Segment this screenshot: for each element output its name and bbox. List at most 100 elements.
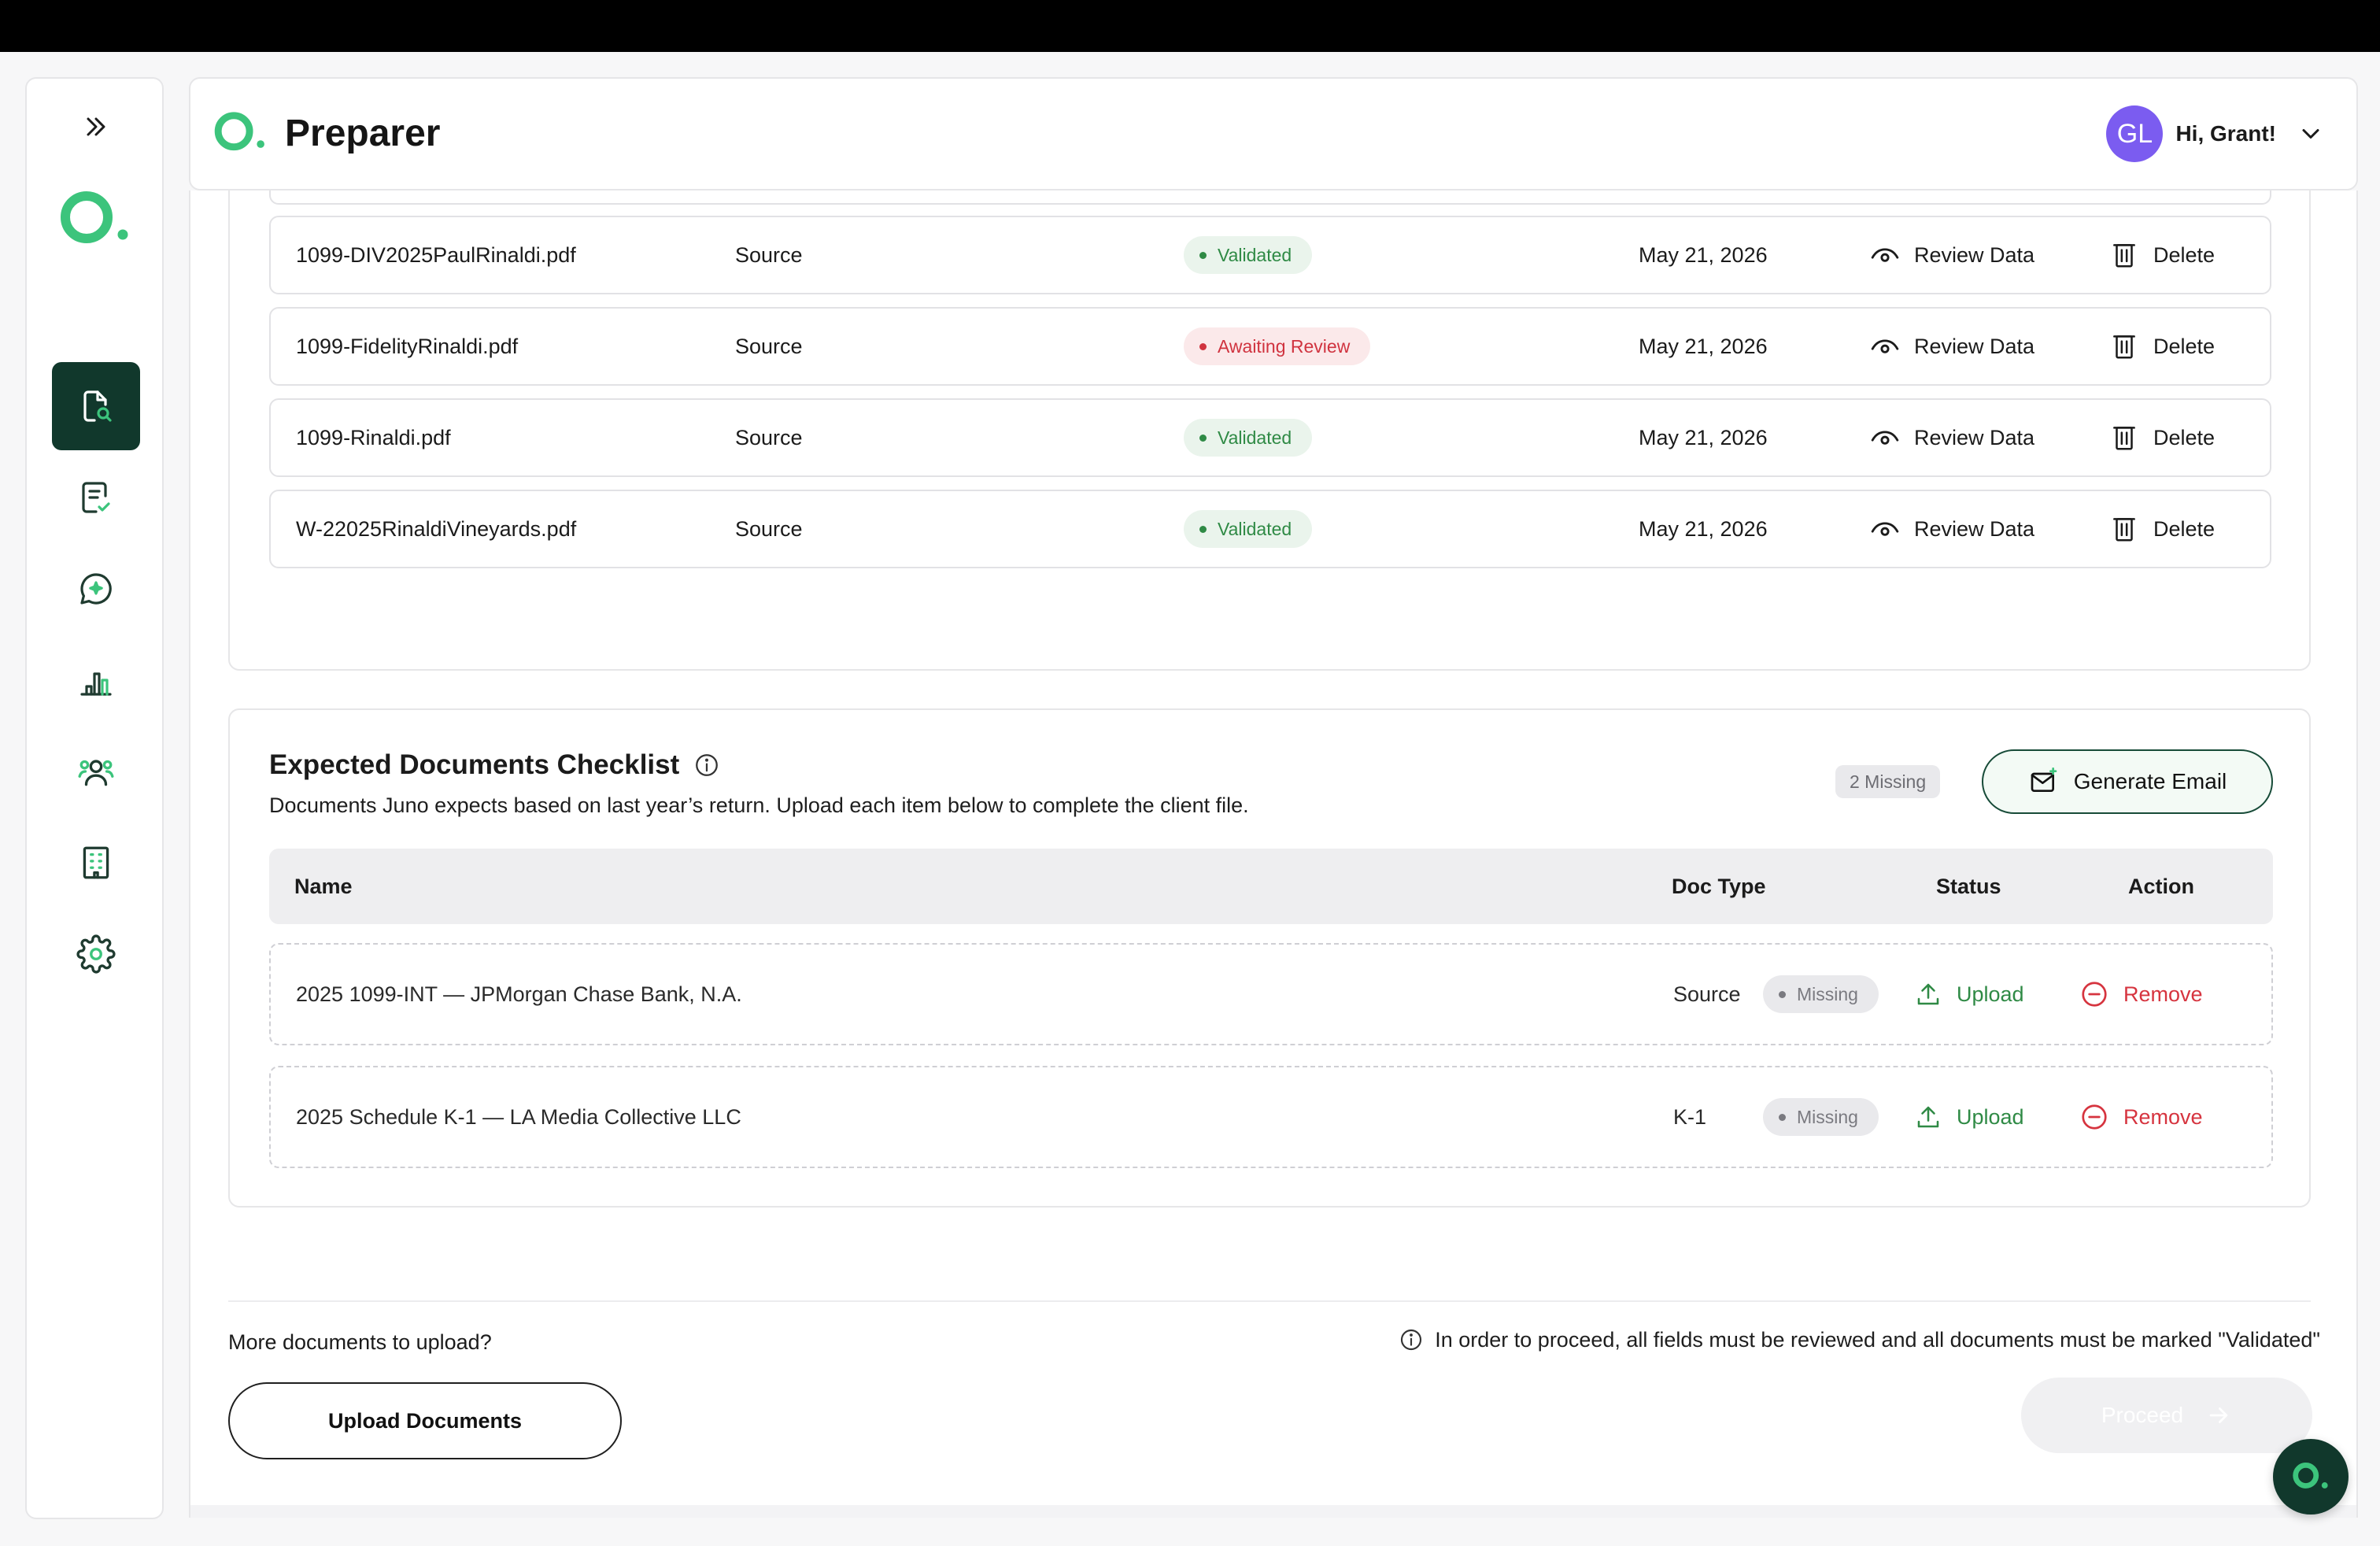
- delete-button[interactable]: Delete: [2109, 400, 2215, 475]
- remove-button[interactable]: Remove: [2079, 1067, 2203, 1167]
- status-text: Validated: [1218, 244, 1292, 265]
- document-row: 1098MortgageRinaldi.pdf Source Awaiting Re…: [269, 190, 2271, 205]
- building-icon: [83, 846, 109, 879]
- column-header-action: Action: [2128, 874, 2194, 898]
- document-type: Source: [735, 242, 803, 267]
- delete-label: Delete: [2153, 425, 2216, 449]
- status-dot: [1199, 434, 1207, 442]
- document-name[interactable]: 1099-Rinaldi.pdf: [296, 400, 451, 475]
- document-date: May 21, 2026: [1639, 516, 1768, 541]
- document-type: Source: [735, 425, 803, 449]
- checklist-item-doc-type: Source: [1673, 982, 1741, 1006]
- delete-button[interactable]: Delete: [2109, 217, 2215, 293]
- remove-circle-icon: [2082, 1104, 2107, 1130]
- delete-button[interactable]: Delete: [2109, 491, 2215, 567]
- review-data-label: Review Data: [1914, 425, 2035, 449]
- logo-icon: [2293, 1463, 2328, 1489]
- sidebar-item-clients[interactable]: [52, 727, 140, 816]
- sidebar-item-analytics[interactable]: [52, 636, 140, 724]
- eye-icon: [1871, 339, 1899, 353]
- document-name[interactable]: W-22025RinaldiVineyards.pdf: [296, 491, 576, 567]
- delete-label: Delete: [2153, 516, 2216, 541]
- checklist-title-wrap: Expected Documents Checklist: [269, 749, 720, 781]
- generate-email-label: Generate Email: [2073, 769, 2227, 793]
- remove-label: Remove: [2123, 982, 2203, 1006]
- logo-icon: [60, 189, 132, 254]
- upload-label: Upload: [1957, 1104, 2024, 1129]
- status-text: Awaiting Review: [1218, 335, 1351, 357]
- arrow-right-icon: [2209, 1407, 2228, 1423]
- assistant-fab-button[interactable]: [2273, 1439, 2349, 1515]
- remove-button[interactable]: Remove: [2079, 945, 2203, 1044]
- eye-icon: [1871, 522, 1899, 536]
- upload-label: Upload: [1957, 982, 2024, 1006]
- document-date: May 21, 2026: [1639, 425, 1768, 449]
- delete-label: Delete: [2153, 242, 2216, 267]
- delete-label: Delete: [2153, 334, 2216, 358]
- upload-icon: [1917, 983, 1939, 1005]
- document-type: Source: [735, 516, 803, 541]
- upload-button[interactable]: Upload: [1914, 1067, 2024, 1167]
- user-menu[interactable]: GL Hi, Grant!: [2106, 105, 2325, 162]
- document-name[interactable]: 1099-DIV2025PaulRinaldi.pdf: [296, 217, 576, 293]
- top-black-bar: [0, 0, 2380, 52]
- delete-button[interactable]: Delete: [2109, 190, 2215, 203]
- status-badge: Validated: [1184, 491, 1313, 567]
- expand-sidebar-button[interactable]: [76, 109, 116, 145]
- status-badge: Validated: [1184, 400, 1313, 475]
- sidebar-item-firm[interactable]: [52, 819, 140, 907]
- chevron-down-icon: [2302, 129, 2319, 139]
- email-icon: [2031, 767, 2057, 792]
- document-row: 1099-FidelityRinaldi.pdf Source Awaiting R…: [269, 307, 2271, 386]
- status-dot: [1779, 990, 1786, 998]
- review-data-button[interactable]: Review Data: [1870, 190, 2034, 203]
- proceed-button[interactable]: Proceed: [2021, 1378, 2312, 1453]
- status-text: Missing: [1797, 983, 1858, 1004]
- checklist-item-name: 2025 Schedule K-1 — LA Media Collective …: [296, 1104, 741, 1129]
- status-dot: [1199, 342, 1207, 350]
- footer-divider: [228, 1300, 2311, 1302]
- eye-icon: [1871, 431, 1899, 445]
- document-date: May 21, 2026: [1639, 190, 1768, 203]
- column-header-status: Status: [1936, 874, 2001, 898]
- info-icon[interactable]: [693, 752, 720, 779]
- document-name[interactable]: 1099-FidelityRinaldi.pdf: [296, 309, 518, 384]
- generate-email-button[interactable]: Generate Email: [1982, 749, 2273, 814]
- sidebar-item-review[interactable]: [52, 453, 140, 542]
- review-data-button[interactable]: Review Data: [1870, 400, 2034, 475]
- review-data-button[interactable]: Review Data: [1870, 491, 2034, 567]
- chevrons-right-icon: [87, 117, 105, 136]
- document-name[interactable]: 1098MortgageRinaldi.pdf: [296, 190, 534, 203]
- users-icon: [78, 760, 114, 786]
- app-header: Preparer GL Hi, Grant!: [189, 77, 2358, 190]
- status-text: Validated: [1218, 427, 1292, 448]
- upload-button[interactable]: Upload: [1914, 945, 2024, 1044]
- page-title: Preparer: [285, 112, 441, 154]
- upload-documents-button[interactable]: Upload Documents: [228, 1382, 622, 1459]
- status-dot: [1199, 525, 1207, 533]
- checklist-item-name: 2025 1099-INT — JPMorgan Chase Bank, N.A…: [296, 982, 742, 1006]
- document-check-icon: [82, 482, 110, 513]
- sidebar-item-documents[interactable]: [52, 362, 140, 450]
- sidebar-item-settings[interactable]: [52, 910, 140, 998]
- sidebar-item-chat[interactable]: [52, 545, 140, 633]
- proceed-label: Proceed: [2101, 1403, 2184, 1427]
- expected-documents-checklist: Expected Documents Checklist Documents J…: [228, 708, 2311, 1208]
- info-icon: [1401, 1329, 1422, 1351]
- trash-icon: [2113, 244, 2135, 268]
- user-greeting: Hi, Grant!: [2175, 121, 2276, 146]
- review-data-label: Review Data: [1914, 516, 2035, 541]
- logo-icon: [214, 112, 264, 151]
- document-type: Source: [735, 190, 803, 203]
- review-data-button[interactable]: Review Data: [1870, 217, 2034, 293]
- brand: Preparer: [214, 110, 440, 156]
- chat-sparkle-icon: [80, 573, 112, 605]
- review-data-button[interactable]: Review Data: [1870, 309, 2034, 384]
- status-badge: Awaiting Review: [1184, 309, 1371, 384]
- remove-label: Remove: [2123, 1104, 2203, 1129]
- document-type: Source: [735, 334, 803, 358]
- checklist-row: 2025 1099-INT — JPMorgan Chase Bank, N.A…: [269, 943, 2273, 1045]
- review-data-label: Review Data: [1914, 242, 2035, 267]
- status-text: Missing: [1797, 1106, 1858, 1127]
- delete-button[interactable]: Delete: [2109, 309, 2215, 384]
